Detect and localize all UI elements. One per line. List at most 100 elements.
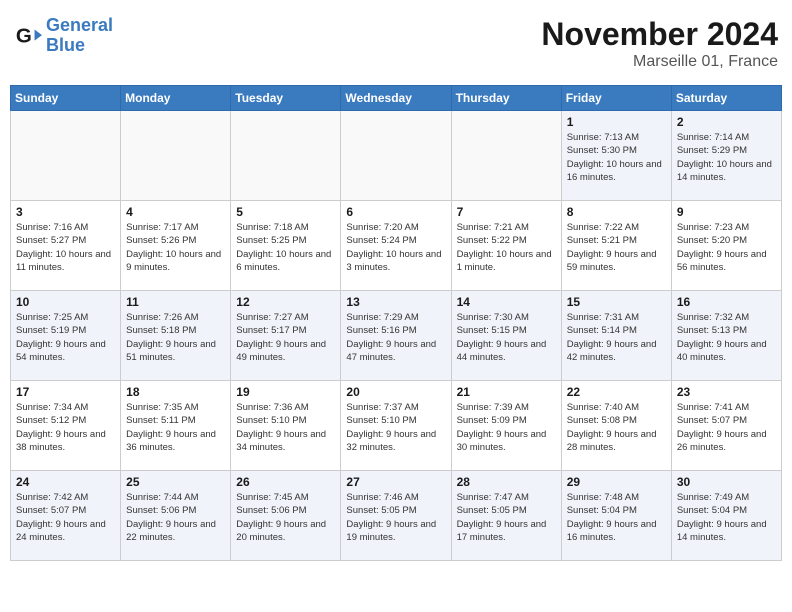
- day-number: 20: [346, 385, 445, 399]
- day-number: 27: [346, 475, 445, 489]
- day-info: Sunrise: 7:23 AMSunset: 5:20 PMDaylight:…: [677, 221, 776, 274]
- weekday-header-saturday: Saturday: [671, 86, 781, 111]
- day-number: 19: [236, 385, 335, 399]
- day-number: 11: [126, 295, 225, 309]
- day-info: Sunrise: 7:25 AMSunset: 5:19 PMDaylight:…: [16, 311, 115, 364]
- day-info: Sunrise: 7:20 AMSunset: 5:24 PMDaylight:…: [346, 221, 445, 274]
- page-header: G General Blue November 2024 Marseille 0…: [10, 10, 782, 77]
- day-number: 25: [126, 475, 225, 489]
- logo-text-general: General: [46, 15, 113, 35]
- calendar-cell: 8 Sunrise: 7:22 AMSunset: 5:21 PMDaylight…: [561, 201, 671, 291]
- day-info: Sunrise: 7:31 AMSunset: 5:14 PMDaylight:…: [567, 311, 666, 364]
- day-number: 9: [677, 205, 776, 219]
- calendar-cell: 15 Sunrise: 7:31 AMSunset: 5:14 PMDayligh…: [561, 291, 671, 381]
- day-info: Sunrise: 7:22 AMSunset: 5:21 PMDaylight:…: [567, 221, 666, 274]
- calendar-cell: 9 Sunrise: 7:23 AMSunset: 5:20 PMDaylight…: [671, 201, 781, 291]
- day-info: Sunrise: 7:46 AMSunset: 5:05 PMDaylight:…: [346, 491, 445, 544]
- weekday-header-wednesday: Wednesday: [341, 86, 451, 111]
- calendar-cell: 12Sunrise: 7:27 AMSunset: 5:17 PMDayligh…: [231, 291, 341, 381]
- calendar-cell: [11, 111, 121, 201]
- calendar-week-3: 10Sunrise: 7:25 AMSunset: 5:19 PMDayligh…: [11, 291, 782, 381]
- calendar-cell: 26 Sunrise: 7:45 AMSunset: 5:06 PMDayligh…: [231, 471, 341, 561]
- day-info: Sunrise: 7:13 AMSunset: 5:30 PMDaylight:…: [567, 131, 666, 184]
- day-info: Sunrise: 7:36 AMSunset: 5:10 PMDaylight:…: [236, 401, 335, 454]
- calendar-cell: [451, 111, 561, 201]
- calendar-cell: 7 Sunrise: 7:21 AMSunset: 5:22 PMDaylight…: [451, 201, 561, 291]
- day-number: 13: [346, 295, 445, 309]
- day-number: 12: [236, 295, 335, 309]
- day-number: 24: [16, 475, 115, 489]
- calendar-week-4: 17Sunrise: 7:34 AMSunset: 5:12 PMDayligh…: [11, 381, 782, 471]
- day-info: Sunrise: 7:47 AMSunset: 5:05 PMDaylight:…: [457, 491, 556, 544]
- day-info: Sunrise: 7:48 AMSunset: 5:04 PMDaylight:…: [567, 491, 666, 544]
- calendar-cell: 21Sunrise: 7:39 AMSunset: 5:09 PMDayligh…: [451, 381, 561, 471]
- calendar-cell: 5 Sunrise: 7:18 AMSunset: 5:25 PMDaylight…: [231, 201, 341, 291]
- header-row: SundayMondayTuesdayWednesdayThursdayFrid…: [11, 86, 782, 111]
- calendar-cell: 28Sunrise: 7:47 AMSunset: 5:05 PMDayligh…: [451, 471, 561, 561]
- day-info: Sunrise: 7:34 AMSunset: 5:12 PMDaylight:…: [16, 401, 115, 454]
- calendar-cell: 16 Sunrise: 7:32 AMSunset: 5:13 PMDayligh…: [671, 291, 781, 381]
- calendar-week-2: 3Sunrise: 7:16 AMSunset: 5:27 PMDaylight…: [11, 201, 782, 291]
- calendar-week-5: 24 Sunrise: 7:42 AMSunset: 5:07 PMDayligh…: [11, 471, 782, 561]
- calendar-cell: [121, 111, 231, 201]
- calendar-cell: 27 Sunrise: 7:46 AMSunset: 5:05 PMDayligh…: [341, 471, 451, 561]
- calendar-cell: 24 Sunrise: 7:42 AMSunset: 5:07 PMDayligh…: [11, 471, 121, 561]
- calendar-cell: 6 Sunrise: 7:20 AMSunset: 5:24 PMDaylight…: [341, 201, 451, 291]
- day-info: Sunrise: 7:26 AMSunset: 5:18 PMDaylight:…: [126, 311, 225, 364]
- calendar-cell: 25 Sunrise: 7:44 AMSunset: 5:06 PMDayligh…: [121, 471, 231, 561]
- weekday-header-tuesday: Tuesday: [231, 86, 341, 111]
- day-info: Sunrise: 7:21 AMSunset: 5:22 PMDaylight:…: [457, 221, 556, 274]
- day-number: 4: [126, 205, 225, 219]
- day-info: Sunrise: 7:45 AMSunset: 5:06 PMDaylight:…: [236, 491, 335, 544]
- day-number: 5: [236, 205, 335, 219]
- weekday-header-thursday: Thursday: [451, 86, 561, 111]
- day-info: Sunrise: 7:44 AMSunset: 5:06 PMDaylight:…: [126, 491, 225, 544]
- day-info: Sunrise: 7:42 AMSunset: 5:07 PMDaylight:…: [16, 491, 115, 544]
- day-info: Sunrise: 7:41 AMSunset: 5:07 PMDaylight:…: [677, 401, 776, 454]
- calendar-week-1: 1 Sunrise: 7:13 AMSunset: 5:30 PMDaylight…: [11, 111, 782, 201]
- calendar-cell: 2Sunrise: 7:14 AMSunset: 5:29 PMDaylight…: [671, 111, 781, 201]
- calendar-cell: 1 Sunrise: 7:13 AMSunset: 5:30 PMDaylight…: [561, 111, 671, 201]
- title-section: November 2024 Marseille 01, France: [541, 16, 778, 71]
- svg-text:G: G: [16, 24, 32, 47]
- day-info: Sunrise: 7:29 AMSunset: 5:16 PMDaylight:…: [346, 311, 445, 364]
- calendar-cell: 29 Sunrise: 7:48 AMSunset: 5:04 PMDayligh…: [561, 471, 671, 561]
- logo-text-blue: Blue: [46, 35, 85, 55]
- calendar-cell: 19 Sunrise: 7:36 AMSunset: 5:10 PMDayligh…: [231, 381, 341, 471]
- calendar-table: SundayMondayTuesdayWednesdayThursdayFrid…: [10, 85, 782, 561]
- day-number: 8: [567, 205, 666, 219]
- day-number: 26: [236, 475, 335, 489]
- day-number: 14: [457, 295, 556, 309]
- day-number: 18: [126, 385, 225, 399]
- day-number: 2: [677, 115, 776, 129]
- day-number: 30: [677, 475, 776, 489]
- day-info: Sunrise: 7:30 AMSunset: 5:15 PMDaylight:…: [457, 311, 556, 364]
- day-number: 16: [677, 295, 776, 309]
- calendar-cell: 30 Sunrise: 7:49 AMSunset: 5:04 PMDayligh…: [671, 471, 781, 561]
- day-info: Sunrise: 7:40 AMSunset: 5:08 PMDaylight:…: [567, 401, 666, 454]
- day-number: 7: [457, 205, 556, 219]
- day-number: 6: [346, 205, 445, 219]
- day-number: 15: [567, 295, 666, 309]
- weekday-header-sunday: Sunday: [11, 86, 121, 111]
- calendar-cell: 18 Sunrise: 7:35 AMSunset: 5:11 PMDayligh…: [121, 381, 231, 471]
- calendar-cell: [231, 111, 341, 201]
- day-info: Sunrise: 7:32 AMSunset: 5:13 PMDaylight:…: [677, 311, 776, 364]
- location: Marseille 01, France: [541, 53, 778, 71]
- day-number: 29: [567, 475, 666, 489]
- calendar-cell: 14 Sunrise: 7:30 AMSunset: 5:15 PMDayligh…: [451, 291, 561, 381]
- day-info: Sunrise: 7:35 AMSunset: 5:11 PMDaylight:…: [126, 401, 225, 454]
- calendar-cell: [341, 111, 451, 201]
- calendar-cell: 22 Sunrise: 7:40 AMSunset: 5:08 PMDayligh…: [561, 381, 671, 471]
- weekday-header-monday: Monday: [121, 86, 231, 111]
- day-info: Sunrise: 7:17 AMSunset: 5:26 PMDaylight:…: [126, 221, 225, 274]
- day-number: 1: [567, 115, 666, 129]
- day-info: Sunrise: 7:49 AMSunset: 5:04 PMDaylight:…: [677, 491, 776, 544]
- day-info: Sunrise: 7:16 AMSunset: 5:27 PMDaylight:…: [16, 221, 115, 274]
- calendar-cell: 10Sunrise: 7:25 AMSunset: 5:19 PMDayligh…: [11, 291, 121, 381]
- calendar-cell: 4 Sunrise: 7:17 AMSunset: 5:26 PMDaylight…: [121, 201, 231, 291]
- calendar-cell: 17Sunrise: 7:34 AMSunset: 5:12 PMDayligh…: [11, 381, 121, 471]
- day-number: 22: [567, 385, 666, 399]
- day-info: Sunrise: 7:18 AMSunset: 5:25 PMDaylight:…: [236, 221, 335, 274]
- logo: G General Blue: [14, 16, 113, 56]
